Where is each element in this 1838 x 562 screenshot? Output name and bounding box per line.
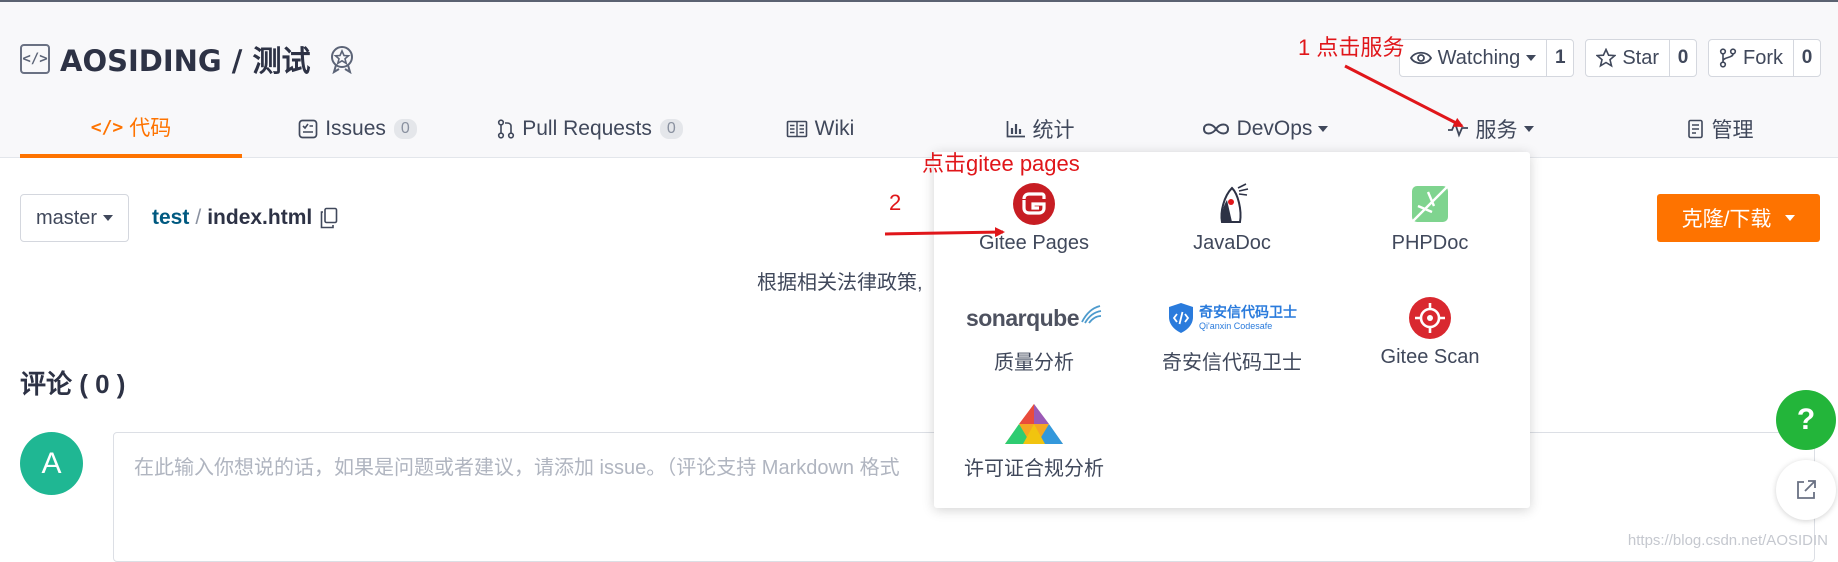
share-icon <box>1794 478 1818 502</box>
annotation-arrows <box>0 0 1838 553</box>
share-button[interactable] <box>1776 460 1836 520</box>
help-button[interactable]: ? <box>1776 390 1836 450</box>
watermark: https://blog.csdn.net/AOSIDIN <box>1628 532 1828 549</box>
arrow-to-gitee-pages <box>885 232 1003 234</box>
arrow-to-services <box>1345 66 1462 126</box>
